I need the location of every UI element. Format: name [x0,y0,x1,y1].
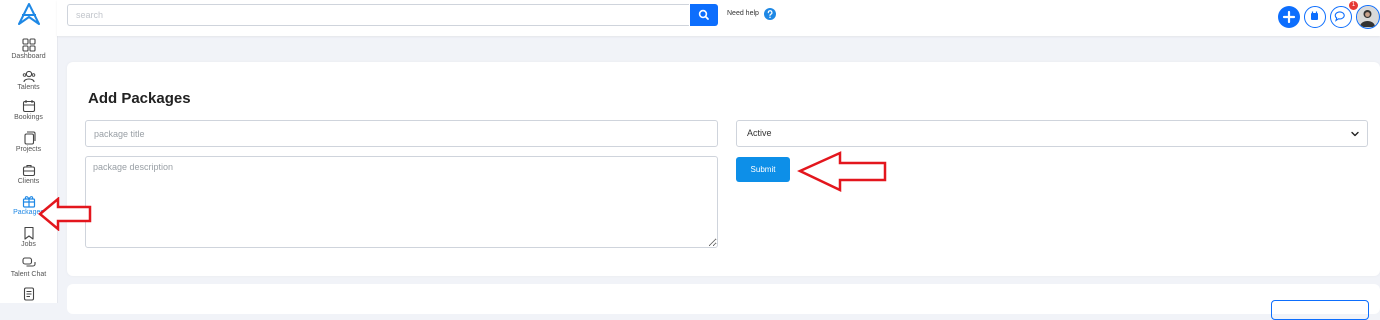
search-input[interactable] [67,4,689,26]
page-title: Add Packages [88,90,191,107]
sidebar-item-label: Clients [17,178,40,185]
document-icon [23,287,34,301]
add-button[interactable] [1278,6,1300,28]
briefcase-icon [22,164,35,177]
sidebar-item-talents[interactable]: Talents [0,69,57,91]
status-select-value: Active [747,128,772,138]
package-description-input[interactable] [85,156,718,248]
need-help-link[interactable]: Need help [727,10,759,17]
sidebar-item-label: Projects [15,146,42,153]
user-avatar-icon [1357,6,1378,27]
secondary-card [67,284,1380,320]
messages-button[interactable] [1330,6,1352,28]
sidebar-item-clients[interactable]: Clients [0,163,57,185]
grid-icon [21,38,36,52]
help-icon[interactable] [764,8,776,20]
notification-badge: 1 [1349,1,1358,10]
logo-icon[interactable] [17,3,41,25]
sidebar: Dashboard Talents Bookings Projects Clie… [0,0,58,303]
chat-bubbles-icon [21,257,36,267]
sidebar-item-label: Talents [17,84,40,91]
chat-icon [1334,11,1345,22]
calendar-icon [22,100,35,113]
annotation-arrow-submit [797,151,887,192]
annotation-arrow-packages [38,197,92,231]
sidebar-item-label: Jobs [21,241,36,248]
calendar-button[interactable] [1304,6,1326,28]
sidebar-item-label: Dashboard [11,53,46,60]
sidebar-item-bookings[interactable]: Bookings [0,99,57,121]
sidebar-item-projects[interactable]: Projects [0,131,57,153]
copy-icon [23,131,36,145]
plus-icon [1282,10,1296,24]
top-bar: Need help 1 [57,0,1380,36]
calendar-icon [1311,11,1318,20]
avatar[interactable] [1356,5,1380,29]
users-icon [22,70,35,83]
status-select[interactable]: Active [736,120,1368,147]
sidebar-item-talent-chat[interactable]: Talent Chat [0,256,57,278]
bookmark-icon [23,226,34,240]
add-packages-card: Add Packages Active Submit [67,62,1380,276]
search-button[interactable] [690,4,718,26]
search-icon [698,9,709,20]
package-title-input[interactable] [85,120,718,147]
sidebar-item-documents[interactable] [0,287,57,301]
gift-icon [22,196,35,208]
sidebar-item-dashboard[interactable]: Dashboard [0,38,57,60]
submit-button[interactable]: Submit [736,157,790,182]
secondary-card-button[interactable] [1271,300,1369,320]
sidebar-item-label: Talent Chat [10,271,47,278]
sidebar-item-label: Bookings [14,114,43,121]
chevron-down-icon [1351,131,1359,137]
